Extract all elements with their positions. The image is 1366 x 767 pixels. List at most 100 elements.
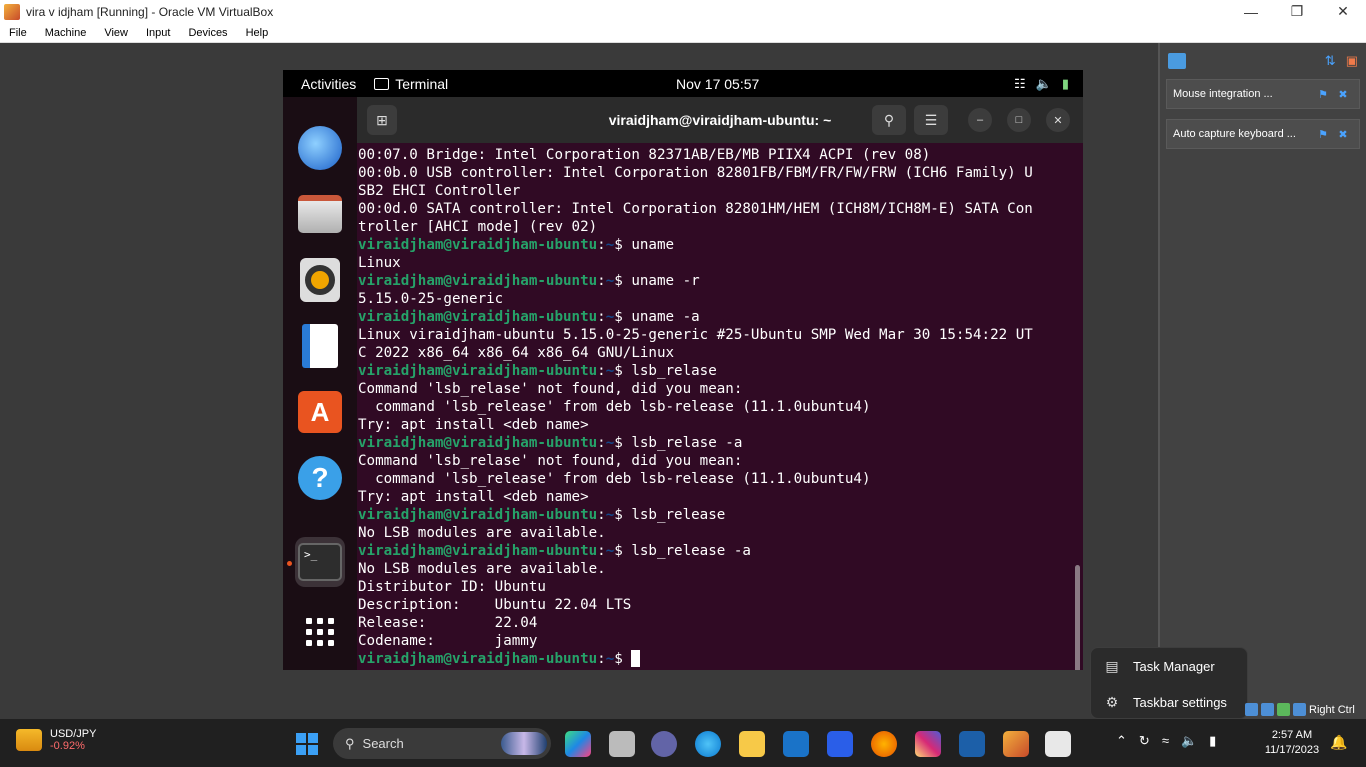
start-button[interactable] [296, 733, 318, 755]
terminal-command-line: viraidjham@viraidjham-ubuntu:~$ lsb_rela… [358, 434, 1073, 452]
virtualbox-taskbar-icon[interactable] [959, 731, 985, 757]
taskbar-settings-item[interactable]: ⚙ Taskbar settings [1091, 684, 1247, 720]
mail-icon[interactable] [783, 731, 809, 757]
mouse-status-icon[interactable] [1277, 703, 1290, 716]
restore-button[interactable]: ❐ [1274, 0, 1320, 23]
activities-button[interactable]: Activities [283, 76, 374, 92]
taskbar-search[interactable]: ⚲ Search [333, 728, 551, 759]
search-icon: ⚲ [883, 111, 895, 128]
menu-help[interactable]: Help [237, 27, 278, 39]
prompt-path: ~ [605, 651, 615, 667]
prompt-user: viraidjham@viraidjham-ubuntu [358, 309, 598, 325]
gnome-clock[interactable]: Nov 17 05:57 [676, 76, 759, 92]
terminal-minimize-button[interactable]: – [968, 108, 992, 132]
running-indicator [287, 561, 292, 566]
system-menu[interactable]: ☷ 🔈 ▮ [1014, 76, 1069, 92]
terminal-output-line: 5.15.0-25-generic [358, 291, 504, 307]
prompt-user: viraidjham@viraidjham-ubuntu [358, 273, 598, 289]
firefox-icon[interactable] [871, 731, 897, 757]
vbox-menubar: File Machine View Input Devices Help [0, 23, 1366, 43]
dont-show-again-icon[interactable]: ⚑ [1313, 88, 1333, 101]
libreoffice-writer-icon[interactable] [295, 321, 345, 371]
close-notification-icon[interactable]: ✖ [1333, 128, 1353, 141]
file-explorer-icon[interactable] [739, 731, 765, 757]
files-icon[interactable] [295, 189, 345, 239]
prompt-path: ~ [605, 543, 615, 559]
prompt-separator: : [597, 543, 606, 559]
prompt-separator: : [597, 435, 606, 451]
terminal-output-line: 00:0d.0 SATA controller: Intel Corporati… [358, 201, 1033, 217]
edge-icon[interactable] [695, 731, 721, 757]
instagram-icon[interactable] [915, 731, 941, 757]
command-text: $ [614, 651, 632, 667]
terminal-maximize-button[interactable]: □ [1007, 108, 1031, 132]
terminal-window[interactable]: ⊞ viraidjham@viraidjham-ubuntu: ~ ⚲ ☰ – … [357, 97, 1083, 670]
thunderbird-icon[interactable] [295, 123, 345, 173]
terminal-headerbar: ⊞ viraidjham@viraidjham-ubuntu: ~ ⚲ ☰ – … [357, 97, 1083, 143]
terminal-dock-icon[interactable]: >_ [295, 537, 345, 587]
ubuntu-software-icon[interactable]: A [295, 387, 345, 437]
help-icon[interactable]: ? [295, 453, 345, 503]
task-view-icon[interactable] [609, 731, 635, 757]
menu-view[interactable]: View [95, 27, 137, 39]
terminal-output-line: 00:07.0 Bridge: Intel Corporation 82371A… [358, 147, 931, 163]
terminal-menu-button[interactable]: ☰ [914, 105, 948, 135]
terminal-command-line: viraidjham@viraidjham-ubuntu:~$ uname -a [358, 308, 1073, 326]
battery-icon[interactable]: ▮ [1209, 733, 1216, 749]
minimize-button[interactable]: — [1228, 0, 1274, 23]
sync-icon[interactable]: ↻ [1139, 733, 1150, 749]
menu-devices[interactable]: Devices [179, 27, 236, 39]
notification-bell-icon[interactable]: 🔔 [1330, 734, 1347, 751]
taskbar-clock[interactable]: 2:57 AM 11/17/2023 [1256, 728, 1328, 758]
rhythmbox-icon[interactable] [295, 255, 345, 305]
vector-app-icon[interactable] [827, 731, 853, 757]
command-text: $ uname -a [614, 309, 700, 325]
notification-auto-capture[interactable]: Auto capture keyboard ... ⚑ ✖ [1166, 119, 1360, 149]
task-manager-item[interactable]: ▤ Task Manager [1091, 648, 1247, 684]
terminal-scrollbar[interactable] [1075, 565, 1080, 670]
app-menu[interactable]: Terminal [374, 76, 448, 92]
close-button[interactable]: ✕ [1320, 0, 1366, 23]
wifi-icon[interactable]: ≈ [1162, 733, 1169, 749]
notification-center-icon[interactable] [1168, 53, 1186, 69]
notification-mouse-integration[interactable]: Mouse integration ... ⚑ ✖ [1166, 79, 1360, 109]
show-applications-icon[interactable] [295, 607, 345, 657]
keep-finished-icon[interactable]: ▣ [1346, 53, 1358, 69]
close-notification-icon[interactable]: ✖ [1333, 88, 1353, 101]
display-status-icon[interactable] [1245, 703, 1258, 716]
prompt-separator: : [597, 237, 606, 253]
terminal-output-line: Linux [358, 255, 401, 271]
search-label: Search [362, 736, 404, 751]
command-text: $ lsb_release [614, 507, 726, 523]
clock-time: 2:57 AM [1271, 729, 1313, 741]
menu-machine[interactable]: Machine [36, 27, 96, 39]
windows-taskbar: USD/JPY -0.92% ⚲ Search ⌃ ↻ ≈ 🔈 ▮ 2:57 A… [0, 719, 1366, 767]
terminal-output[interactable]: 00:07.0 Bridge: Intel Corporation 82371A… [357, 146, 1073, 670]
prompt-separator: : [597, 507, 606, 523]
vm-window-icon[interactable] [1003, 731, 1029, 757]
prompt-path: ~ [605, 273, 615, 289]
market-widget[interactable]: USD/JPY -0.92% [16, 728, 96, 752]
speaker-icon[interactable]: 🔈 [1181, 733, 1197, 749]
teams-chat-icon[interactable] [651, 731, 677, 757]
terminal-command-line: viraidjham@viraidjham-ubuntu:~$ lsb_rela… [358, 362, 1073, 380]
prompt-user: viraidjham@viraidjham-ubuntu [358, 651, 598, 667]
chevron-up-icon[interactable]: ⌃ [1116, 733, 1127, 749]
guest-screen[interactable]: Activities Terminal Nov 17 05:57 ☷ 🔈 ▮ A [283, 70, 1083, 670]
taskbar-settings-label: Taskbar settings [1133, 694, 1227, 710]
sort-icon[interactable]: ⇅ [1325, 53, 1336, 69]
menu-input[interactable]: Input [137, 27, 179, 39]
terminal-close-button[interactable]: ✕ [1046, 108, 1070, 132]
search-highlight-image [501, 732, 547, 755]
keyboard-status-icon[interactable] [1293, 703, 1306, 716]
prompt-user: viraidjham@viraidjham-ubuntu [358, 543, 598, 559]
snipping-tool-icon[interactable] [1045, 731, 1071, 757]
dont-show-again-icon[interactable]: ⚑ [1313, 128, 1333, 141]
menu-file[interactable]: File [0, 27, 36, 39]
terminal-output-line: Release: 22.04 [358, 615, 538, 631]
terminal-search-button[interactable]: ⚲ [872, 105, 906, 135]
copilot-icon[interactable] [565, 731, 591, 757]
window-title: vira v idjham [Running] - Oracle VM Virt… [26, 4, 274, 19]
command-text: $ uname -r [614, 273, 700, 289]
recording-status-icon[interactable] [1261, 703, 1274, 716]
